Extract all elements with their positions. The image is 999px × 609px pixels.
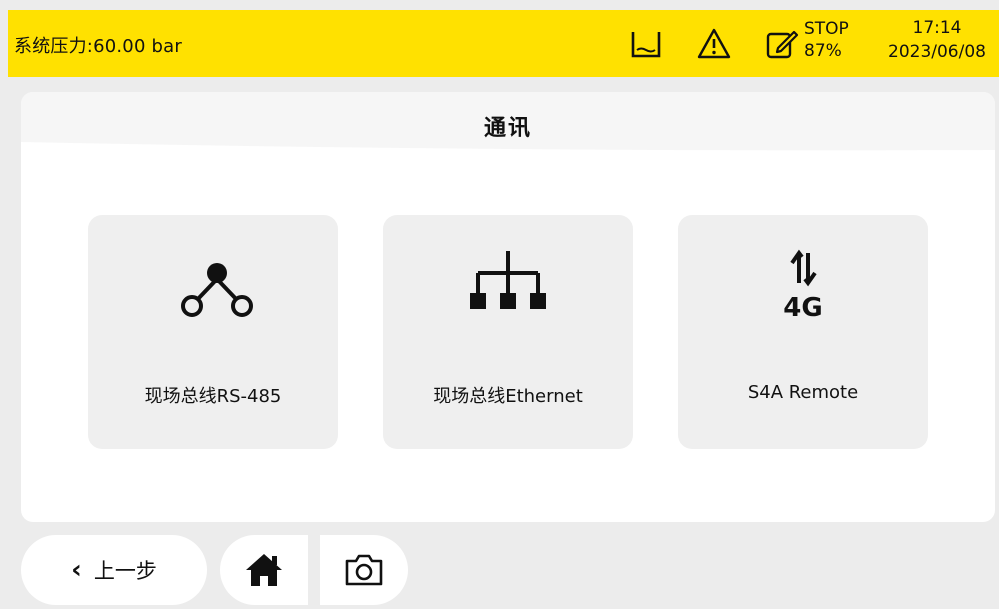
- system-pressure: 系统压力:60.00 bar: [14, 36, 182, 57]
- card-s4a-remote[interactable]: 4G S4A Remote: [678, 215, 928, 449]
- home-button[interactable]: [220, 535, 308, 605]
- tank-icon[interactable]: [628, 26, 664, 62]
- state-label: STOP: [804, 19, 849, 39]
- bottom-bar: ‹ 上一步: [0, 533, 999, 609]
- 4g-text: 4G: [783, 293, 822, 323]
- screenshot-button[interactable]: [320, 535, 408, 605]
- communication-panel: 通讯 现场总线RS-485 现场总线Ethernet 4G S4A Remote: [21, 92, 995, 522]
- ethernet-network-icon: [470, 251, 546, 309]
- back-label: 上一步: [93, 559, 157, 583]
- camera-icon: [345, 554, 383, 586]
- card-rs485[interactable]: 现场总线RS-485: [88, 215, 338, 449]
- time-display: 17:14: [912, 18, 962, 38]
- state-percent: 87%: [804, 41, 842, 61]
- rs485-network-icon: [181, 263, 253, 317]
- card-ethernet[interactable]: 现场总线Ethernet: [383, 215, 633, 449]
- 4g-signal-icon: 4G: [783, 249, 823, 323]
- machine-state: STOP 87%: [804, 18, 849, 62]
- date-display: 2023/06/08: [888, 42, 986, 62]
- edit-icon[interactable]: [764, 26, 800, 62]
- chevron-left-icon: ‹: [71, 555, 82, 585]
- status-bar: 系统压力:60.00 bar STOP 87% 17:14 2023/06/08: [8, 10, 999, 77]
- home-icon: [246, 554, 282, 586]
- page-title: 通讯: [483, 116, 532, 141]
- card-label: 现场总线RS-485: [144, 386, 282, 407]
- card-label: 现场总线Ethernet: [433, 386, 583, 407]
- warning-icon[interactable]: [696, 26, 732, 62]
- clock: 17:14 2023/06/08: [877, 16, 997, 64]
- back-button[interactable]: ‹ 上一步: [21, 535, 207, 605]
- card-label: S4A Remote: [747, 382, 859, 403]
